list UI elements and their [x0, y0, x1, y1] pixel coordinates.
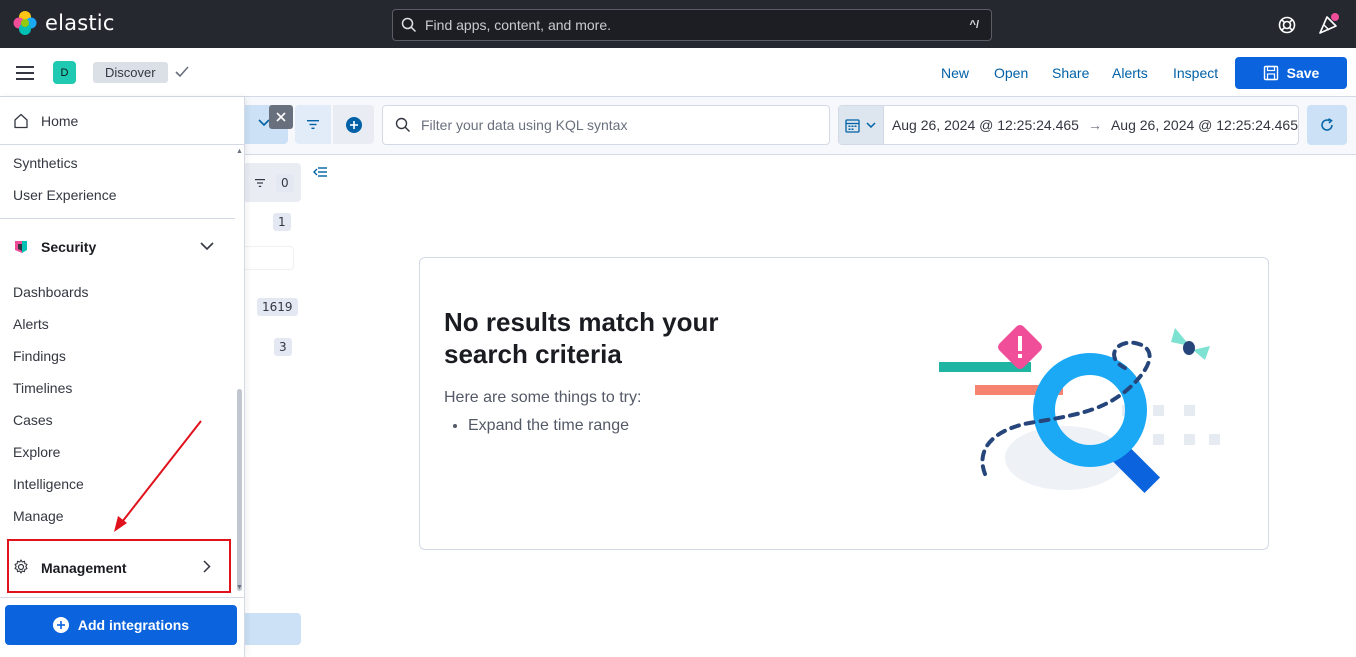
add-integrations-button[interactable]: Add integrations: [5, 605, 237, 645]
share-link[interactable]: Share: [1052, 65, 1089, 81]
nav-item-user-experience[interactable]: User Experience: [13, 187, 117, 203]
alerts-link[interactable]: Alerts: [1112, 65, 1148, 81]
save-icon: [1263, 65, 1278, 81]
tips-list: Expand the time range: [468, 417, 629, 435]
scroll-down-arrow[interactable]: ▼: [236, 584, 243, 591]
breadcrumb-discover[interactable]: Discover: [93, 62, 168, 83]
field-count: 1: [273, 213, 291, 231]
save-label: Save: [1286, 65, 1320, 81]
new-link[interactable]: New: [941, 65, 969, 81]
nav-item-alerts[interactable]: Alerts: [13, 316, 49, 332]
end-date[interactable]: Aug 26, 2024 @ 12:25:24.465: [1111, 117, 1298, 133]
nav-item-explore[interactable]: Explore: [13, 444, 60, 460]
nav-item-dashboards[interactable]: Dashboards: [13, 284, 89, 300]
refresh-icon: [1321, 118, 1333, 131]
nav-scrollbar-thumb[interactable]: [237, 389, 242, 591]
nav-item-synthetics[interactable]: Synthetics: [13, 155, 78, 171]
collapse-sidebar-icon[interactable]: [313, 166, 328, 178]
filter-icon: [307, 120, 319, 129]
side-nav: Home Synthetics User Experience Security…: [0, 97, 245, 657]
tip-item: Expand the time range: [468, 417, 629, 435]
date-picker[interactable]: Aug 26, 2024 @ 12:25:24.465 → Aug 26, 20…: [838, 105, 1299, 145]
inspect-link[interactable]: Inspect: [1173, 65, 1218, 81]
help-icon[interactable]: [1277, 15, 1297, 35]
search-shortcut: ^/: [969, 19, 979, 31]
search-placeholder: Find apps, content, and more.: [425, 17, 611, 33]
global-search-input[interactable]: Find apps, content, and more. ^/: [392, 9, 992, 41]
kql-query-input[interactable]: Filter your data using KQL syntax: [382, 105, 830, 145]
field-filter-button[interactable]: 0: [244, 163, 301, 202]
save-button[interactable]: Save: [1235, 57, 1347, 89]
nav-divider: [0, 218, 235, 219]
kql-placeholder: Filter your data using KQL syntax: [421, 117, 628, 133]
nav-item-findings[interactable]: Findings: [13, 348, 66, 364]
field-search-input[interactable]: [244, 246, 294, 270]
nav-divider: [0, 597, 245, 598]
open-link[interactable]: Open: [994, 65, 1028, 81]
no-results-illustration: [939, 325, 1220, 494]
start-date[interactable]: Aug 26, 2024 @ 12:25:24.465: [892, 117, 1079, 133]
app-header: D Discover New Open Share Alerts Inspect…: [0, 48, 1356, 97]
field-count: 1619: [257, 298, 298, 316]
nav-management-label[interactable]: Management: [41, 560, 127, 576]
nav-item-timelines[interactable]: Timelines: [13, 380, 72, 396]
date-arrow: →: [1087, 117, 1102, 133]
logo-text: elastic: [45, 11, 115, 35]
field-count: 3: [274, 338, 292, 356]
calendar-icon: [845, 118, 861, 133]
nav-item-manage[interactable]: Manage: [13, 508, 64, 524]
home-icon: [14, 113, 28, 129]
security-icon: [15, 241, 27, 253]
check-icon: [175, 66, 189, 78]
add-field-button[interactable]: [244, 613, 301, 645]
nav-home-label: Home: [41, 113, 79, 129]
filter-icon: [255, 179, 265, 187]
close-nav-button[interactable]: [269, 105, 293, 129]
no-results-subtitle: Here are some things to try:: [444, 389, 642, 406]
nav-security-label[interactable]: Security: [41, 239, 96, 255]
scroll-up-arrow[interactable]: ▲: [236, 148, 243, 155]
chevron-down-icon: [866, 121, 876, 128]
nav-item-cases[interactable]: Cases: [13, 412, 53, 428]
elastic-logo[interactable]: elastic: [12, 10, 115, 36]
nav-item-intelligence[interactable]: Intelligence: [13, 476, 84, 492]
add-integrations-label: Add integrations: [77, 617, 190, 633]
plus-circle-icon: [52, 617, 69, 633]
filter-options-button[interactable]: [295, 105, 331, 144]
news-feed-icon[interactable]: [1317, 12, 1341, 36]
nav-home[interactable]: Home: [0, 97, 245, 145]
menu-icon[interactable]: [16, 66, 34, 80]
global-header: elastic Find apps, content, and more. ^/: [0, 0, 1356, 48]
quick-select-button[interactable]: [839, 106, 884, 144]
chevron-down-icon[interactable]: [200, 242, 214, 251]
search-icon: [395, 117, 410, 132]
chevron-right-icon[interactable]: [203, 560, 211, 573]
no-results-panel: No results match your search criteria He…: [419, 257, 1269, 550]
gear-icon: [14, 559, 28, 574]
close-icon: [276, 112, 286, 122]
search-icon: [401, 17, 417, 33]
filter-count: 0: [276, 174, 294, 192]
add-filter-button[interactable]: [333, 105, 374, 144]
refresh-button[interactable]: [1307, 105, 1347, 145]
no-results-title: No results match your search criteria: [444, 307, 719, 369]
plus-circle-icon: [345, 116, 362, 133]
space-avatar[interactable]: D: [53, 61, 76, 84]
elastic-logo-icon: [13, 11, 37, 35]
